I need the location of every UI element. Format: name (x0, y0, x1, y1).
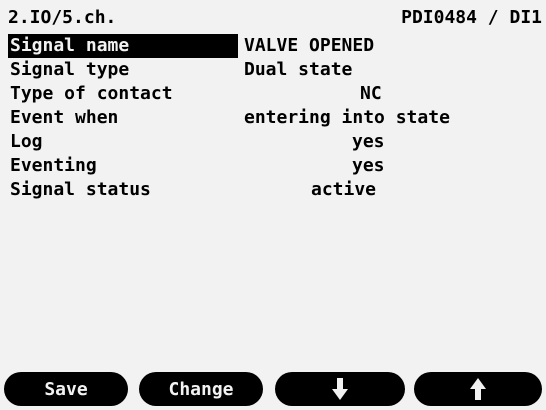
row-log[interactable]: Log yes (8, 130, 542, 154)
change-softkey-label: Change (168, 378, 234, 400)
signal-name-value: VALVE OPENED (244, 35, 375, 56)
row-type-of-contact[interactable]: Type of contact NC (8, 82, 542, 106)
row-signal-status[interactable]: Signal status active (8, 178, 542, 202)
type-of-contact-label: Type of contact (10, 83, 173, 104)
row-signal-name[interactable]: Signal name VALVE OPENED (8, 34, 542, 58)
signal-name-label: Signal name (8, 34, 238, 58)
log-value: yes (352, 131, 385, 152)
arrow-up-icon (470, 378, 486, 400)
scroll-up-softkey[interactable] (414, 372, 542, 406)
event-when-value: entering into state (244, 107, 450, 128)
row-event-when[interactable]: Event when entering into state (8, 106, 542, 130)
row-signal-type[interactable]: Signal type Dual state (8, 58, 542, 82)
change-softkey[interactable]: Change (139, 372, 263, 406)
type-of-contact-value: NC (360, 83, 382, 104)
scroll-down-softkey[interactable] (275, 372, 405, 406)
eventing-value: yes (352, 155, 385, 176)
signal-status-value: active (311, 179, 377, 200)
row-eventing[interactable]: Eventing yes (8, 154, 542, 178)
signal-type-label: Signal type (10, 59, 130, 80)
header-bar: 2.IO/5.ch. PDI0484 / DI1 (8, 6, 542, 30)
menu-path: 2.IO/5.ch. (8, 7, 117, 28)
signal-status-label: Signal status (10, 179, 151, 200)
device-channel-id: PDI0484 / DI1 (401, 7, 542, 28)
signal-type-value: Dual state (244, 59, 353, 80)
log-label: Log (10, 131, 43, 152)
save-softkey-label: Save (44, 378, 88, 400)
event-when-label: Event when (10, 107, 119, 128)
save-softkey[interactable]: Save (4, 372, 128, 406)
softkey-bar: Save Change (0, 372, 546, 408)
parameter-list: Signal name VALVE OPENED Signal type Dua… (8, 34, 542, 202)
eventing-label: Eventing (10, 155, 97, 176)
arrow-down-icon (332, 378, 348, 400)
